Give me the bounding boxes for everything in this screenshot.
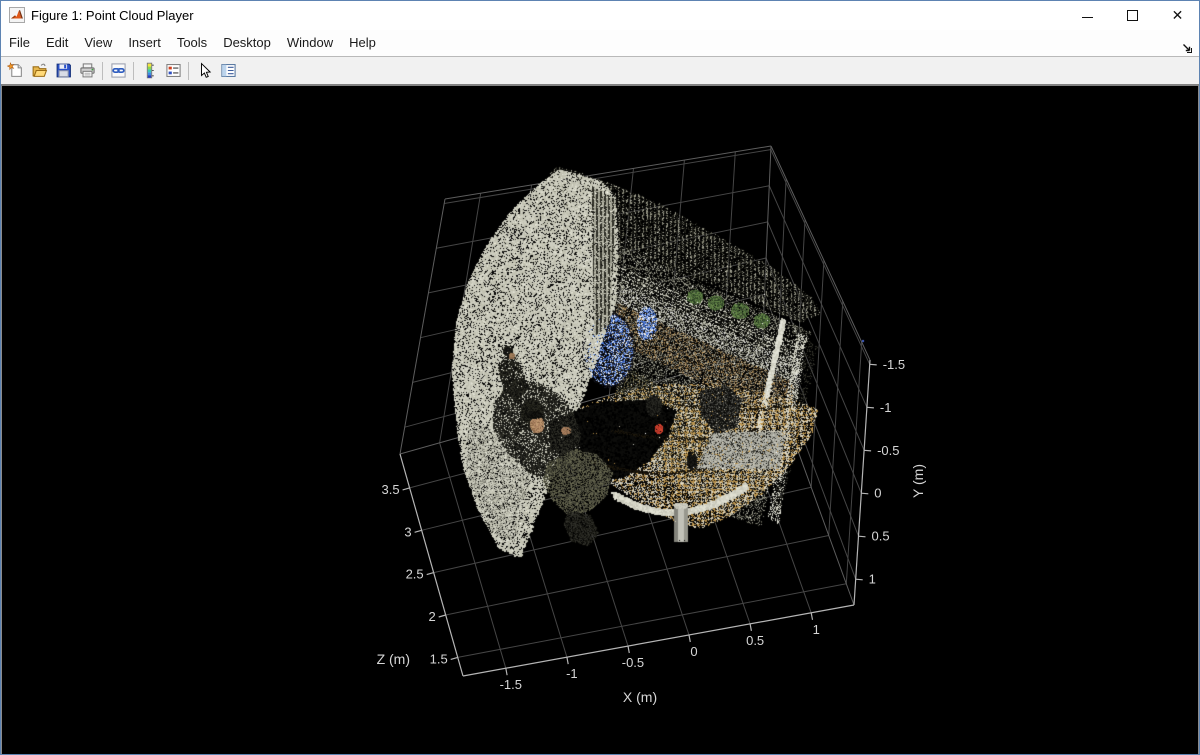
open-property-inspector-button[interactable] bbox=[216, 59, 240, 83]
maximize-button[interactable] bbox=[1110, 1, 1155, 29]
maximize-icon bbox=[1127, 10, 1138, 21]
open-file-icon bbox=[31, 62, 48, 79]
print-figure-icon bbox=[79, 62, 96, 79]
close-icon: ✕ bbox=[1172, 7, 1184, 24]
figure-window: Figure 1: Point Cloud Player ✕ FileEditV… bbox=[0, 0, 1200, 755]
edit-plot-icon bbox=[196, 62, 213, 79]
insert-legend-button[interactable] bbox=[161, 59, 185, 83]
open-property-inspector-icon bbox=[220, 62, 237, 79]
menu-item-edit[interactable]: Edit bbox=[38, 30, 76, 56]
toolbar-separator bbox=[188, 62, 189, 80]
edit-plot-button[interactable] bbox=[192, 59, 216, 83]
new-figure-icon bbox=[7, 62, 24, 79]
link-plot-icon bbox=[110, 62, 127, 79]
toolbar-separator bbox=[102, 62, 103, 80]
menu-bar: FileEditViewInsertToolsDesktopWindowHelp bbox=[0, 30, 1200, 57]
matlab-logo-icon bbox=[9, 7, 25, 23]
plot-area: -1.5-1-0.500.51-1.5-1-0.500.511.522.533.… bbox=[0, 86, 1200, 755]
toolbar-separator bbox=[133, 62, 134, 80]
menu-item-window[interactable]: Window bbox=[279, 30, 341, 56]
insert-colorbar-icon bbox=[141, 62, 158, 79]
menu-item-file[interactable]: File bbox=[1, 30, 38, 56]
link-plot-button[interactable] bbox=[106, 59, 130, 83]
figure-toolbar bbox=[0, 57, 1200, 86]
point-cloud-canvas[interactable] bbox=[2, 86, 1198, 754]
menu-item-help[interactable]: Help bbox=[341, 30, 384, 56]
menu-item-view[interactable]: View bbox=[76, 30, 120, 56]
minimize-icon bbox=[1082, 17, 1093, 18]
close-button[interactable]: ✕ bbox=[1155, 1, 1200, 29]
save-figure-button[interactable] bbox=[51, 59, 75, 83]
title-bar: Figure 1: Point Cloud Player ✕ bbox=[0, 0, 1200, 30]
new-figure-button[interactable] bbox=[3, 59, 27, 83]
open-file-button[interactable] bbox=[27, 59, 51, 83]
insert-legend-icon bbox=[165, 62, 182, 79]
insert-colorbar-button[interactable] bbox=[137, 59, 161, 83]
menu-item-desktop[interactable]: Desktop bbox=[215, 30, 279, 56]
save-figure-icon bbox=[55, 62, 72, 79]
minimize-button[interactable] bbox=[1065, 1, 1110, 29]
menu-item-insert[interactable]: Insert bbox=[120, 30, 169, 56]
print-figure-button[interactable] bbox=[75, 59, 99, 83]
dock-figure-icon[interactable] bbox=[1182, 37, 1193, 48]
menu-item-tools[interactable]: Tools bbox=[169, 30, 215, 56]
window-title: Figure 1: Point Cloud Player bbox=[31, 8, 194, 23]
